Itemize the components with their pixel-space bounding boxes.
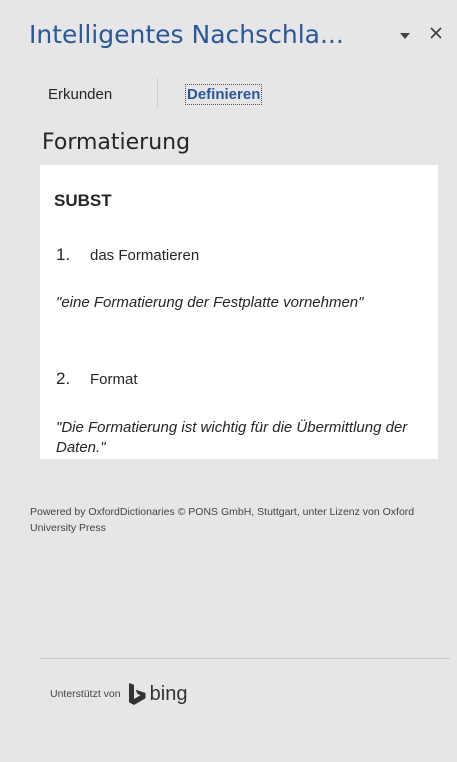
bing-logo-icon (128, 683, 146, 705)
sense-example: "eine Formatierung der Festplatte vorneh… (56, 294, 364, 311)
pane-title: Intelligentes Nachschla... (29, 20, 344, 49)
tab-bar: Erkunden Definieren (40, 78, 440, 114)
sense-number: 2. (56, 369, 71, 388)
pane-header: Intelligentes Nachschla... (0, 0, 457, 70)
close-icon (430, 27, 442, 39)
sense-item: 2. Format (56, 369, 138, 389)
sense-item: 1. das Formatieren (56, 245, 199, 265)
part-of-speech: SUBST (54, 191, 112, 210)
tab-erkunden[interactable]: Erkunden (48, 86, 112, 103)
bing-attribution-label: Unterstützt von (50, 688, 121, 700)
sense-example: "Die Formatierung ist wichtig für die Üb… (56, 419, 408, 456)
sense-definition: das Formatieren (90, 247, 200, 264)
footer-divider (40, 658, 450, 659)
dictionary-credit: Powered by OxfordDictionaries © PONS Gmb… (30, 506, 415, 534)
chevron-down-icon (400, 33, 410, 39)
definition-card: SUBST 1. das Formatieren "eine Formatieru… (40, 165, 438, 459)
close-button[interactable] (424, 20, 448, 46)
sense-number: 1. (56, 245, 71, 264)
sense-definition: Format (90, 371, 138, 388)
bing-brand-text: bing (149, 682, 188, 705)
tab-definieren[interactable]: Definieren (184, 84, 263, 105)
bing-attribution[interactable]: Unterstützt von bing (50, 680, 187, 708)
tab-divider (157, 78, 158, 108)
pane-options-button[interactable] (395, 26, 415, 46)
entry-word: Formatierung (42, 130, 191, 155)
